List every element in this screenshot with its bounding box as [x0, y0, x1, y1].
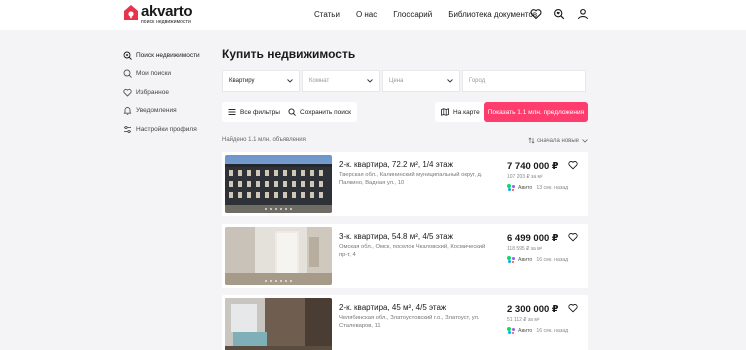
price-select[interactable]: Цена [382, 70, 460, 92]
heart-icon [123, 88, 132, 97]
listing-card[interactable]: 2-к. квартира, 45 м², 4/5 этаж Челябинск… [222, 295, 588, 350]
avito-logo-icon [507, 184, 515, 191]
save-search-label: Сохранить поиск [300, 108, 351, 116]
sort-label: сначала новые [537, 137, 579, 144]
main-nav: Статьи О нас Глоссарий Библиотека докуме… [314, 10, 553, 19]
listing-title[interactable]: 3-к. квартира, 54.8 м², 4/5 этаж [339, 232, 453, 241]
interior-photo-image [225, 227, 332, 285]
filter-lines-icon [228, 109, 236, 115]
favorite-heart-icon[interactable] [568, 160, 578, 170]
results-count: Найдено 1.1 млн. объявления [222, 137, 306, 143]
nav-glossary[interactable]: Глоссарий [393, 10, 432, 19]
logo-house-icon [124, 5, 138, 20]
listing-photo[interactable] [225, 155, 332, 213]
chevron-down-icon [582, 138, 588, 143]
listing-address: Тверская обл., Калининский муниципальный… [339, 172, 483, 186]
map-icon [441, 108, 449, 116]
listing-title[interactable]: 2-к. квартира, 72.2 м², 1/4 этаж [339, 160, 453, 169]
listing-posted-ago: 16 сек. назад [536, 256, 569, 263]
all-filters-button[interactable]: Все фильтры [222, 102, 286, 122]
sidebar-item-my-searches[interactable]: Мои поиски [123, 65, 213, 84]
avito-logo-icon [507, 256, 515, 263]
listing-price: 7 740 000 ₽ [507, 161, 559, 172]
building-photo-image [225, 155, 332, 213]
listing-source: Авито 16 сек. назад [507, 256, 568, 263]
sidebar-item-notifications[interactable]: Уведомления [123, 102, 213, 121]
city-placeholder: Город [469, 78, 486, 84]
sidebar-item-label: Уведомления [136, 107, 177, 115]
property-type-select[interactable]: Квартиру [222, 70, 300, 92]
listing-posted-ago: 13 сек. назад [536, 184, 569, 191]
sliders-icon [124, 125, 131, 133]
sort-icon [528, 137, 535, 144]
sidebar-item-profile-settings[interactable]: Настройки профиля [123, 120, 213, 139]
sidebar: Поиск недвижимости Мои поиски Избранное … [123, 46, 213, 139]
on-map-label: На карте [453, 108, 480, 116]
actions-row: Все фильтры Сохранить поиск На карте Пок… [222, 102, 588, 122]
price-placeholder: Цена [389, 78, 404, 84]
save-search-button[interactable]: Сохранить поиск [282, 102, 357, 122]
sidebar-item-label: Мои поиски [136, 70, 172, 78]
chevron-down-icon [367, 79, 373, 83]
logo-tagline: поиск недвижимости [141, 19, 191, 25]
filters-row: Квартиру Комнат Цена Город [222, 70, 588, 92]
logo[interactable]: akvarto поиск недвижимости [124, 3, 193, 25]
sidebar-item-search[interactable]: Поиск недвижимости [123, 46, 213, 65]
listing-address: Челябинская обл., Златоустовский г.о., З… [339, 315, 480, 329]
avito-logo-icon [507, 327, 515, 334]
sidebar-item-label: Избранное [136, 88, 169, 96]
listing-title[interactable]: 2-к. квартира, 45 м², 4/5 этаж [339, 303, 446, 312]
saved-search-icon [123, 69, 132, 79]
show-results-button[interactable]: Показать 1.1 млн. предложения [484, 102, 588, 122]
listing-address: Омская обл., Омск, поселок Чкаловский, К… [339, 244, 486, 258]
property-type-value: Квартиру [229, 78, 255, 84]
top-header: akvarto поиск недвижимости Статьи О нас … [0, 0, 746, 30]
listing-source-name: Авито [518, 184, 533, 191]
listing-source: Авито 13 сек. назад [507, 184, 568, 191]
on-map-button[interactable]: На карте [435, 102, 486, 122]
listing-price-per-m2: 118 595 ₽ за м² [507, 246, 543, 252]
rooms-select[interactable]: Комнат [302, 70, 380, 92]
chevron-down-icon [287, 79, 293, 83]
listing-price-per-m2: 51 112 ₽ за м² [507, 317, 540, 323]
nav-articles[interactable]: Статьи [314, 10, 340, 19]
rooms-placeholder: Комнат [309, 78, 330, 84]
listing-card[interactable]: 3-к. квартира, 54.8 м², 4/5 этаж Омская … [222, 224, 588, 288]
nav-about[interactable]: О нас [356, 10, 377, 19]
listing-card[interactable]: 2-к. квартира, 72.2 м², 1/4 этаж Тверска… [222, 152, 588, 216]
sidebar-item-favorites[interactable]: Избранное [123, 83, 213, 102]
all-filters-label: Все фильтры [240, 108, 280, 116]
favorite-heart-icon[interactable] [568, 303, 578, 313]
sidebar-item-label: Поиск недвижимости [136, 51, 200, 59]
nav-documents[interactable]: Библиотека документов [448, 10, 537, 19]
listing-price: 2 300 000 ₽ [507, 304, 559, 315]
search-icon [123, 51, 132, 60]
page-title: Купить недвижимость [222, 47, 356, 61]
interior-photo-image [225, 298, 332, 350]
listing-posted-ago: 16 сек. назад [536, 327, 569, 334]
logo-name: akvarto [141, 3, 193, 20]
photo-pager-dots [225, 208, 332, 210]
sort-select[interactable]: сначала новые [528, 137, 588, 144]
listing-photo[interactable] [225, 298, 332, 350]
saved-search-icon[interactable] [553, 8, 565, 20]
saved-search-icon [288, 108, 296, 116]
listing-photo[interactable] [225, 227, 332, 285]
heart-icon[interactable] [530, 8, 542, 20]
listing-price-per-m2: 107 203 ₽ за м² [507, 174, 543, 180]
bell-icon [123, 107, 132, 116]
city-input[interactable]: Город [462, 70, 586, 92]
listing-price: 6 499 000 ₽ [507, 233, 559, 244]
chevron-down-icon [447, 79, 453, 83]
listing-source-name: Авито [518, 256, 533, 263]
listing-source-name: Авито [518, 327, 533, 334]
user-icon[interactable] [577, 8, 589, 20]
photo-pager-dots [225, 280, 332, 282]
listing-source: Авито 16 сек. назад [507, 327, 568, 334]
sidebar-item-label: Настройки профиля [136, 125, 197, 133]
favorite-heart-icon[interactable] [568, 232, 578, 242]
